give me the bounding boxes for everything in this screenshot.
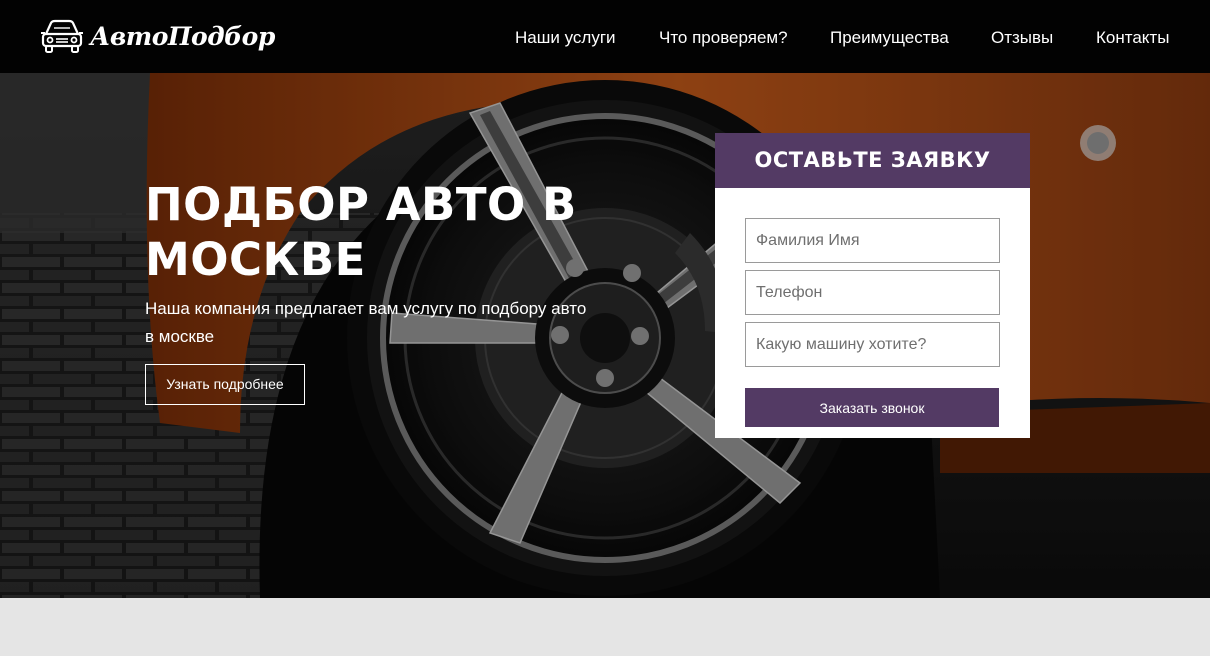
- learn-more-button[interactable]: Узнать подробнее: [145, 364, 305, 405]
- hero-title: ПОДБОР АВТО В МОСКВЕ: [145, 178, 577, 286]
- desired-car-field[interactable]: [745, 322, 1000, 367]
- logo-link[interactable]: АвтоПодбор: [40, 16, 275, 56]
- name-field[interactable]: [745, 218, 1000, 263]
- next-section-strip: [0, 598, 1210, 656]
- car-logo-icon: [41, 19, 83, 53]
- nav-link-what-we-check[interactable]: Что проверяем?: [659, 28, 788, 48]
- page: АвтоПодбор Наши услуги Что проверяем? Пр…: [0, 0, 1210, 656]
- hero-section: ПОДБОР АВТО В МОСКВЕ Наша компания предл…: [0, 73, 1210, 598]
- form-heading: ОСТАВЬТЕ ЗАЯВКУ: [715, 133, 1030, 188]
- phone-field[interactable]: [745, 270, 1000, 315]
- site-header: АвтоПодбор Наши услуги Что проверяем? Пр…: [0, 0, 1210, 73]
- nav-link-services[interactable]: Наши услуги: [515, 28, 616, 48]
- order-call-button[interactable]: Заказать звонок: [745, 388, 999, 427]
- hero-subtitle: Наша компания предлагает вам услугу по п…: [145, 299, 587, 346]
- logo-text: АвтоПодбор: [90, 21, 275, 51]
- nav-link-contacts[interactable]: Контакты: [1096, 28, 1169, 48]
- nav-link-reviews[interactable]: Отзывы: [991, 28, 1053, 48]
- nav-link-advantages[interactable]: Преимущества: [830, 28, 949, 48]
- request-form: ОСТАВЬТЕ ЗАЯВКУ Заказать звонок: [715, 133, 1030, 438]
